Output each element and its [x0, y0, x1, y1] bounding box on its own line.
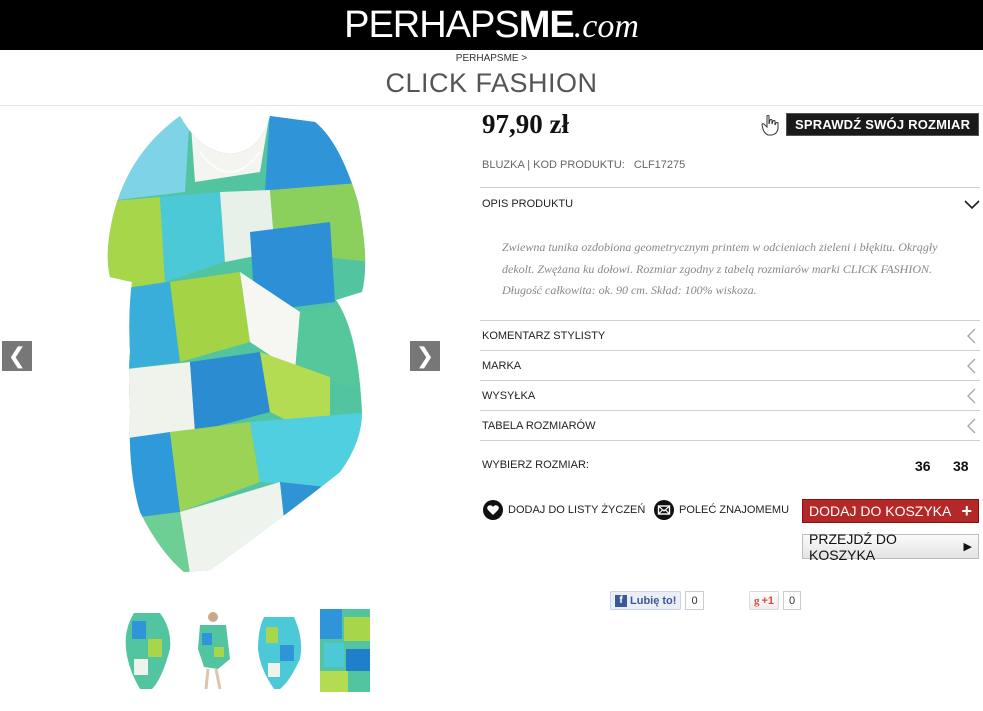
chevron-left-icon — [967, 328, 976, 344]
size-option-38[interactable]: 38 — [953, 458, 969, 474]
go-to-cart-button[interactable]: PRZEJDŹ DO KOSZYKA ▶ — [802, 531, 979, 563]
product-code-value: CLF17275 — [633, 159, 686, 171]
add-to-cart-button[interactable]: DODAJ DO KOSZYKA + — [802, 499, 979, 523]
accordion-size-table: TABELA ROZMIARÓW — [480, 410, 980, 441]
recommend-friend-link[interactable]: POLEĆ ZNAJOMEMU — [653, 499, 789, 521]
thumbnail-2[interactable] — [188, 609, 238, 692]
accordion-header-stylist[interactable]: KOMENTARZ STYLISTY — [480, 321, 980, 351]
product-code-label: BLUZKA | KOD PRODUKTU: — [482, 159, 625, 171]
accordion-header-shipping[interactable]: WYSYŁKA — [480, 381, 980, 411]
product-price: 97,90 zł — [482, 109, 569, 139]
thumbnail-1[interactable] — [122, 609, 172, 692]
accordion-bottom-divider — [480, 440, 980, 441]
chevron-left-icon — [967, 388, 976, 404]
plus-icon: + — [961, 500, 972, 521]
gallery-next-button[interactable]: ❯ — [410, 341, 440, 371]
accordion-title: WYSYŁKA — [482, 390, 536, 402]
gplus-button[interactable]: g +1 — [749, 591, 780, 610]
gplus-icon: g — [754, 594, 760, 607]
accordion-shipping: WYSYŁKA — [480, 380, 980, 411]
facebook-like-label: Lubię to! — [630, 594, 677, 607]
product-main-image — [107, 116, 366, 572]
facebook-icon: f — [615, 594, 627, 607]
wishlist-label: DODAJ DO LISTY ŻYCZEŃ — [508, 504, 646, 516]
play-arrow-icon: ▶ — [963, 541, 972, 553]
accordion-title: TABELA ROZMIARÓW — [482, 420, 596, 432]
breadcrumb-separator: > — [521, 53, 528, 64]
accordion-header-description[interactable]: OPIS PRODUKTU — [480, 188, 980, 219]
gallery-prev-button[interactable]: ❮ — [2, 341, 32, 371]
size-select-label: WYBIERZ ROZMIAR: — [482, 459, 589, 471]
facebook-like-widget: f Lubię to! 0 — [610, 591, 704, 610]
gplus-label: +1 — [761, 594, 775, 607]
brand-title: CLICK FASHION — [385, 68, 598, 98]
accordion-header-brand[interactable]: MARKA — [480, 351, 980, 381]
accordion-stylist-comment: KOMENTARZ STYLISTY — [480, 320, 980, 351]
accordion-description: OPIS PRODUKTU — [480, 187, 980, 219]
go-to-cart-label: PRZEJDŹ DO KOSZYKA — [809, 530, 897, 563]
header-divider — [0, 105, 983, 106]
size-check-button[interactable]: SPRAWDŹ SWÓJ ROZMIAR — [786, 113, 980, 136]
breadcrumb-home[interactable]: PERHAPSME — [456, 53, 519, 64]
accordion-title: OPIS PRODUKTU — [482, 197, 574, 210]
thumbnail-4[interactable] — [320, 609, 370, 692]
size-check-link[interactable]: SPRAWDŹ SWÓJ ROZMIAR — [760, 113, 980, 136]
accordion-header-size-table[interactable]: TABELA ROZMIARÓW — [480, 411, 980, 441]
hand-pointer-icon — [761, 114, 779, 135]
accordion-title: KOMENTARZ STYLISTY — [482, 330, 606, 342]
accordion-brand: MARKA — [480, 350, 980, 381]
facebook-like-count: 0 — [685, 591, 704, 610]
gplus-widget: g +1 0 — [749, 591, 802, 610]
recommend-label: POLEĆ ZNAJOMEMU — [679, 504, 790, 516]
chevron-left-icon — [967, 358, 976, 374]
size-option-36[interactable]: 36 — [915, 458, 931, 474]
accordion-title: MARKA — [482, 360, 522, 372]
product-code: BLUZKA | KOD PRODUKTU: CLF17275 — [482, 159, 685, 171]
heart-icon — [483, 500, 503, 520]
facebook-like-button[interactable]: f Lubię to! — [610, 591, 682, 610]
site-header: PERHAPSME.com — [0, 0, 983, 50]
site-logo[interactable]: PERHAPSME.com — [344, 6, 639, 44]
thumbnail-3[interactable] — [254, 609, 304, 692]
gplus-count: 0 — [783, 591, 802, 610]
add-to-wishlist-link[interactable]: DODAJ DO LISTY ŻYCZEŃ — [482, 499, 645, 521]
breadcrumb: PERHAPSME > — [0, 53, 983, 64]
envelope-icon — [654, 500, 674, 520]
chevron-left-icon — [967, 418, 976, 434]
product-description: Zwiewna tunika ozdobiona geometrycznym p… — [502, 240, 938, 297]
add-to-cart-label: DODAJ DO KOSZYKA — [809, 503, 952, 519]
chevron-down-icon — [964, 199, 980, 209]
